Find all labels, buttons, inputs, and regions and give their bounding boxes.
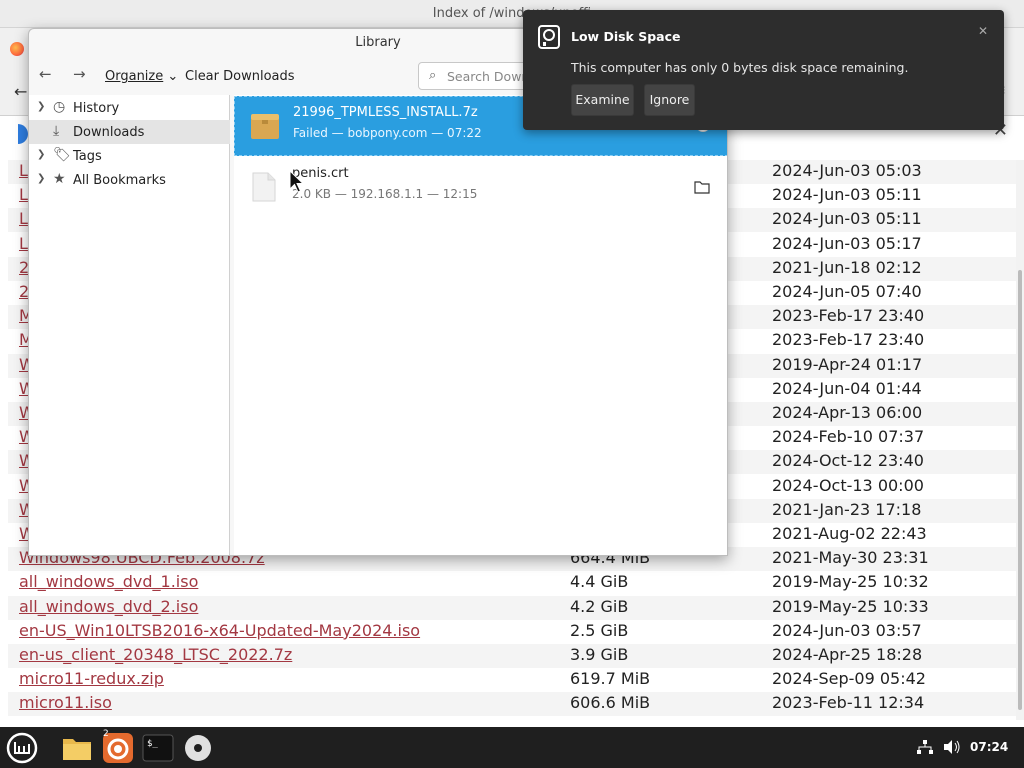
- taskbar: 2 $_ 07:24: [0, 727, 1024, 768]
- file-date: 2023-Feb-11 12:34: [772, 693, 925, 713]
- file-link[interactable]: L: [19, 185, 28, 204]
- file-date: 2024-Feb-10 07:37: [772, 427, 925, 447]
- low-disk-space-notification: Low Disk Space ✕ This computer has only …: [523, 10, 1004, 130]
- firefox-icon: [10, 42, 24, 56]
- file-date: 2021-May-30 23:31: [772, 548, 929, 568]
- downloads-list: 21996_TPMLESS_INSTALL.7z Failed — bobpon…: [234, 95, 727, 555]
- file-link[interactable]: L: [19, 234, 28, 253]
- organize-label: Organize: [105, 69, 164, 84]
- library-sidebar: ❯ ◷ History ⤓ Downloads ❯ 🏷︎ Tags ❯ ★ Al…: [29, 95, 230, 555]
- sidebar-item-downloads[interactable]: ⤓ Downloads: [29, 120, 230, 144]
- notification-message: This computer has only 0 bytes disk spac…: [571, 60, 909, 75]
- file-link[interactable]: micro11.iso: [19, 693, 112, 712]
- file-date: 2019-May-25 10:33: [772, 596, 929, 616]
- file-date: 2024-Jun-03 05:17: [772, 233, 922, 253]
- file-link[interactable]: all_windows_dvd_1.iso: [19, 572, 198, 591]
- file-icon: [252, 172, 276, 202]
- scrollbar-thumb[interactable]: [1018, 270, 1022, 710]
- expand-arrow-icon[interactable]: ❯: [37, 149, 45, 160]
- folder-icon[interactable]: [694, 180, 710, 194]
- terminal-icon[interactable]: $_: [140, 730, 176, 766]
- table-row: micro11.iso 606.6 MiB 2023-Feb-11 12:34: [8, 692, 1016, 717]
- file-size: 3.9 GiB: [570, 645, 629, 664]
- file-link[interactable]: all_windows_dvd_2.iso: [19, 597, 198, 616]
- file-date: 2019-Apr-24 01:17: [772, 354, 923, 374]
- clock[interactable]: 07:24: [970, 740, 1008, 754]
- close-icon[interactable]: ✕: [978, 24, 988, 38]
- network-icon[interactable]: [916, 739, 934, 755]
- file-size: 4.4 GiB: [570, 572, 629, 592]
- table-row: all_windows_dvd_1.iso 4.4 GiB 2019-May-25 …: [8, 571, 1016, 595]
- notification-title: Low Disk Space: [571, 29, 681, 44]
- download-status: Failed — bobpony.com — 07:22: [293, 126, 482, 140]
- download-icon: ⤓: [53, 123, 60, 139]
- table-row: all_windows_dvd_2.iso 4.2 GiB 2019-May-25 …: [8, 595, 1016, 620]
- search-icon: ⌕: [429, 68, 437, 83]
- sidebar-item-tags[interactable]: ❯ 🏷︎ Tags: [29, 144, 230, 168]
- file-date: 2024-Jun-03 05:11: [772, 209, 922, 229]
- archive-icon: [251, 114, 279, 139]
- file-date: 2024-Sep-09 05:42: [772, 669, 926, 689]
- sidebar-item-label: Downloads: [73, 125, 145, 140]
- organize-menu-button[interactable]: Organize ⌄: [105, 69, 178, 84]
- file-link[interactable]: micro11-redux.zip: [19, 669, 164, 688]
- file-date: 2021-Aug-02 22:43: [772, 524, 927, 543]
- sidebar-item-all-bookmarks[interactable]: ❯ ★ All Bookmarks: [29, 168, 230, 192]
- volume-icon[interactable]: [943, 739, 961, 755]
- expand-arrow-icon[interactable]: ❯: [37, 173, 45, 184]
- file-date: 2024-Jun-05 07:40: [772, 282, 922, 301]
- file-size: 4.2 GiB: [570, 596, 629, 616]
- file-date: 2023-Feb-17 23:40: [772, 306, 925, 326]
- file-size: 606.6 MiB: [570, 693, 651, 713]
- file-size: 2.5 GiB: [570, 620, 629, 640]
- svg-text:$_: $_: [147, 739, 158, 749]
- file-link[interactable]: L: [19, 209, 28, 228]
- file-date: 2024-Oct-13 00:00: [772, 475, 924, 495]
- file-date: 2019-May-25 10:32: [772, 572, 929, 592]
- back-arrow-icon[interactable]: ←: [39, 65, 52, 83]
- ignore-button[interactable]: Ignore: [644, 84, 695, 116]
- file-date: 2021-Jan-23 17:18: [772, 499, 922, 519]
- download-status: 2.0 KB — 192.168.1.1 — 12:15: [292, 187, 478, 201]
- file-date: 2024-Jun-03 05:03: [772, 161, 922, 180]
- expand-arrow-icon[interactable]: ❯: [37, 101, 45, 112]
- file-date: 2024-Jun-04 01:44: [772, 378, 922, 398]
- tab-indicator-icon: [18, 124, 28, 144]
- file-date: 2024-Oct-12 23:40: [772, 451, 924, 471]
- file-size: 619.7 MiB: [570, 669, 651, 689]
- file-date: 2024-Apr-13 06:00: [772, 403, 923, 422]
- table-row: en-US_Win10LTSB2016-x64-Updated-May2024.…: [8, 620, 1016, 644]
- download-filename: 21996_TPMLESS_INSTALL.7z: [293, 105, 478, 120]
- disk-usage-icon: [538, 25, 560, 49]
- download-item[interactable]: penis.crt 2.0 KB — 192.168.1.1 — 12:15: [234, 158, 727, 218]
- sidebar-item-history[interactable]: ❯ ◷ History: [29, 96, 230, 120]
- file-link[interactable]: L: [19, 161, 28, 180]
- chevron-down-icon: ⌄: [167, 69, 179, 84]
- search-placeholder: Search Down: [447, 69, 530, 84]
- file-link[interactable]: en-us_client_20348_LTSC_2022.7z: [19, 645, 292, 664]
- star-icon: ★: [53, 171, 66, 187]
- mouse-cursor-icon: [289, 170, 305, 193]
- file-date: 2023-Feb-17 23:40: [772, 330, 925, 350]
- forward-arrow-icon[interactable]: →: [73, 65, 86, 83]
- file-link[interactable]: en-US_Win10LTSB2016-x64-Updated-May2024.…: [19, 621, 420, 640]
- file-date: 2024-Jun-03 05:11: [772, 185, 922, 205]
- table-row: micro11-redux.zip 619.7 MiB 2024-Sep-09 05…: [8, 668, 1016, 692]
- disc-icon[interactable]: [180, 730, 216, 766]
- mint-menu-icon[interactable]: [4, 730, 40, 766]
- clear-downloads-button[interactable]: Clear Downloads: [185, 69, 295, 84]
- table-row: en-us_client_20348_LTSC_2022.7z 3.9 GiB 20…: [8, 644, 1016, 668]
- sidebar-item-label: All Bookmarks: [73, 173, 166, 188]
- tag-icon: 🏷︎: [53, 147, 71, 163]
- file-date: 2024-Apr-25 18:28: [772, 645, 923, 664]
- back-arrow-icon[interactable]: ←: [14, 82, 27, 101]
- window-count-badge: 2: [103, 729, 109, 739]
- sidebar-item-label: History: [73, 101, 120, 116]
- clock-icon: ◷: [53, 99, 66, 115]
- examine-button[interactable]: Examine: [571, 84, 634, 116]
- file-manager-icon[interactable]: [59, 730, 95, 766]
- file-date: 2021-Jun-18 02:12: [772, 257, 922, 277]
- file-date: 2024-Jun-03 03:57: [772, 620, 922, 640]
- sidebar-item-label: Tags: [73, 149, 102, 164]
